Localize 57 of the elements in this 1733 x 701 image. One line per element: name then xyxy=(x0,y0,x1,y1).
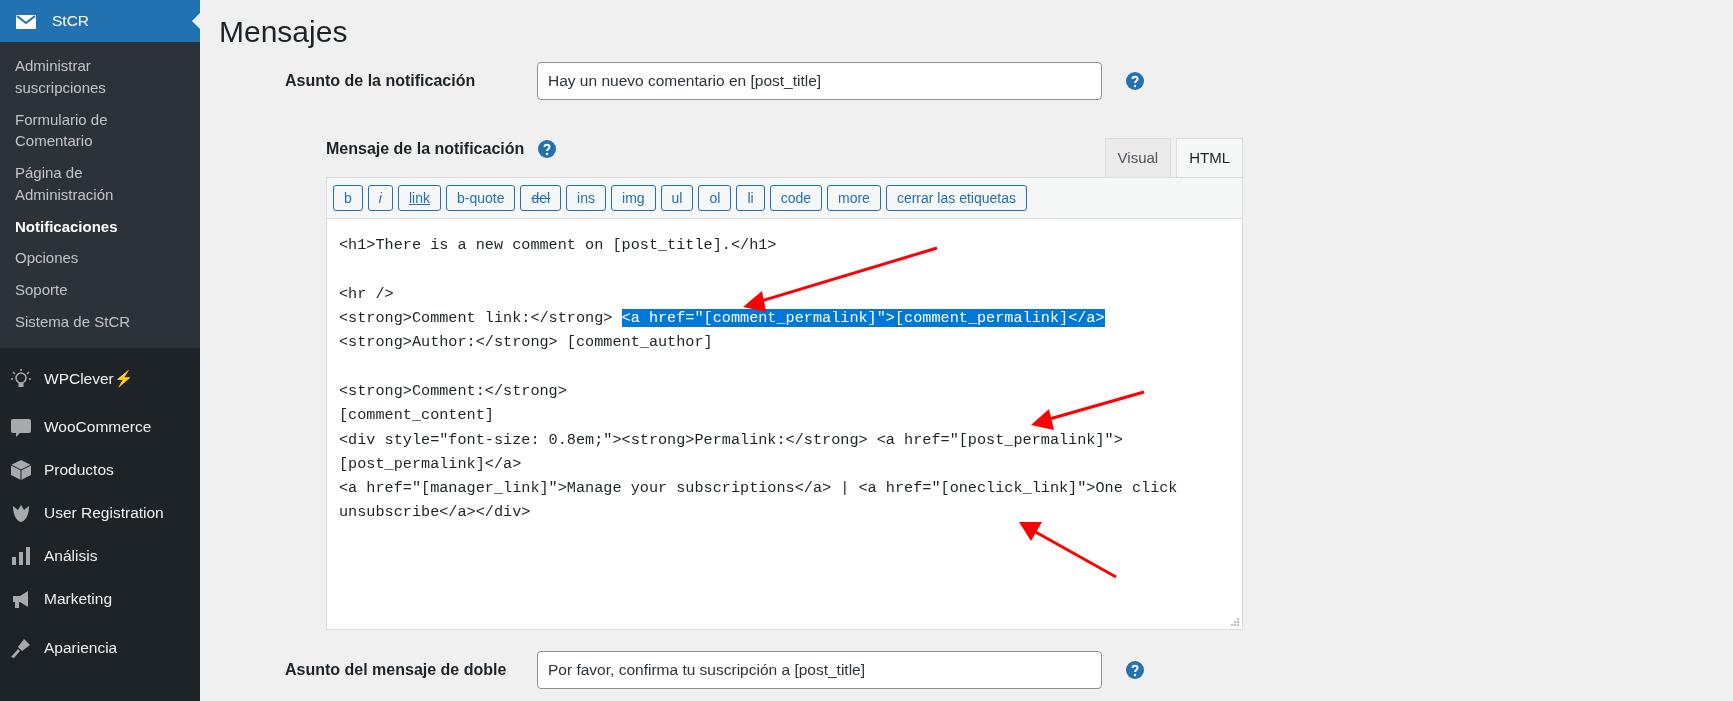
toolbar-button[interactable]: code xyxy=(769,185,822,212)
code-text: <hr /> xyxy=(339,284,394,303)
speech-bubble-icon xyxy=(10,416,32,438)
toolbar-button[interactable]: ol xyxy=(698,185,732,212)
code-text: <strong>Comment:</strong> xyxy=(339,381,567,400)
menu-item[interactable]: WPClever⚡ xyxy=(0,351,200,406)
submenu-item[interactable]: Administrar suscripciones xyxy=(0,50,130,104)
submenu-item[interactable]: Soporte xyxy=(0,274,200,306)
lightbulb-icon xyxy=(10,367,32,390)
menu-item[interactable]: StCR xyxy=(0,0,200,42)
html-editor-field[interactable] xyxy=(326,218,1243,631)
toolbar-button[interactable]: img xyxy=(611,185,656,212)
code-text: unsubscribe</a></div> xyxy=(339,503,531,522)
toolbar-button[interactable]: link xyxy=(397,185,441,212)
submenu-item[interactable]: Opciones xyxy=(0,242,200,274)
text-field[interactable]: Por favor, confirma tu suscripción a [post_title] xyxy=(537,651,1102,690)
code-text: <h1>There is a new comment on [post_title].</h1> xyxy=(339,236,777,255)
submenu-item[interactable]: Página de Administración xyxy=(0,157,130,211)
menu-item[interactable]: Apariencia xyxy=(0,620,200,675)
menu-item[interactable]: Análisis xyxy=(0,534,200,578)
help-icon[interactable] xyxy=(1126,661,1144,680)
code-text: <a href="[comment_permalink]">[comment_permalink]</a> xyxy=(621,309,1105,328)
menu-item[interactable]: Productos xyxy=(0,448,200,492)
code-text: <div style="font-size: 0.8em;"><strong>Permalink:</strong> <a href="[post_permalink]"> xyxy=(339,430,1123,449)
code-text: <strong>Comment link:</strong> xyxy=(339,309,614,328)
brush-icon xyxy=(10,636,32,659)
box-icon xyxy=(10,459,32,481)
text-field[interactable]: Hay un nuevo comentario en [post_title] xyxy=(537,62,1102,100)
submenu-item[interactable]: Notificaciones xyxy=(0,210,200,243)
field-label: Asunto de la notificación xyxy=(284,71,477,91)
toolbar-button[interactable]: cerrar las etiquetas xyxy=(885,185,1027,212)
toolbar-button[interactable]: b-quote xyxy=(445,185,516,212)
submenu-item[interactable]: Sistema de StCR xyxy=(0,305,200,338)
code-text: [comment_content] xyxy=(339,406,494,425)
editor-tab[interactable]: HTML xyxy=(1176,137,1243,177)
menu-item[interactable]: WooCommerce xyxy=(0,405,200,449)
toolbar-button[interactable]: ul xyxy=(660,185,694,212)
help-icon[interactable] xyxy=(538,140,557,158)
page-title: Mensajes xyxy=(219,14,349,50)
toolbar-button[interactable]: li xyxy=(736,185,765,212)
submenu-item[interactable]: Formulario de Comentario xyxy=(0,103,130,157)
toolbar-button[interactable]: del xyxy=(520,185,562,212)
toolbar-button[interactable]: b xyxy=(333,185,363,212)
menu-item[interactable]: User Registration xyxy=(0,491,200,535)
toolbar-button[interactable]: more xyxy=(827,185,881,212)
field-label: Asunto del mensaje de doble xyxy=(284,660,508,681)
toolbar-button[interactable]: ins xyxy=(566,185,606,212)
code-text: <a href="[manager_link]">Manage your subscriptions</a> | <a href="[oneclick_link]">One click xyxy=(339,479,1178,498)
toolbar-button[interactable]: i xyxy=(367,185,393,212)
help-icon[interactable] xyxy=(1126,72,1144,90)
code-text: <strong>Author:</strong> [comment_author] xyxy=(339,333,713,352)
resize-grip-icon[interactable] xyxy=(1230,617,1240,628)
bar-chart-icon xyxy=(10,545,32,567)
editor-tab[interactable]: Visual xyxy=(1104,137,1172,177)
menu-item[interactable]: Marketing xyxy=(0,577,200,621)
field-label: Mensaje de la notificación xyxy=(326,139,525,159)
code-text: [post_permalink]</a> xyxy=(339,454,522,473)
